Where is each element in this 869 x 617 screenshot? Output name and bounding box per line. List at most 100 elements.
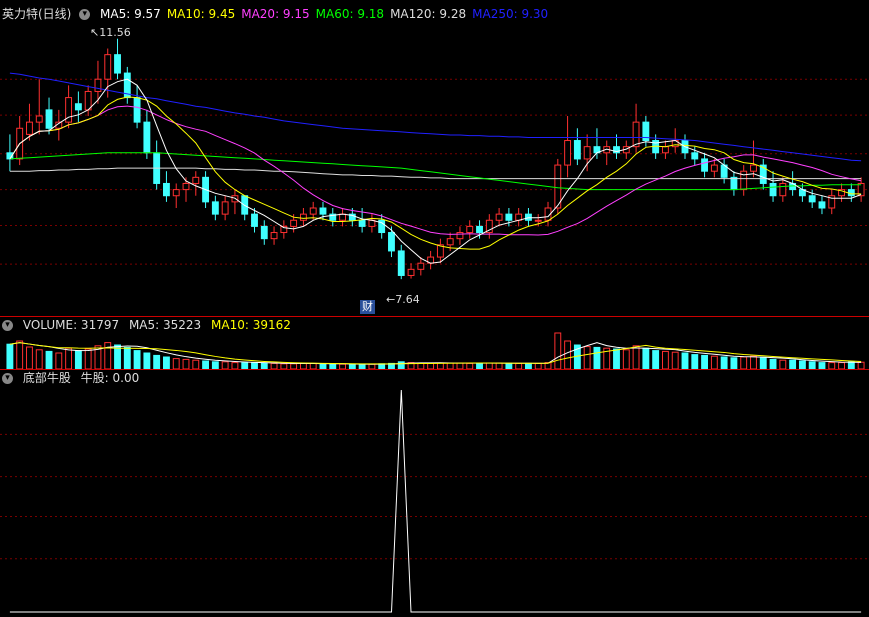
high-arrow-icon: ↖	[90, 26, 100, 39]
volume-bar	[652, 350, 660, 369]
candle-body	[143, 121, 151, 154]
candle-body	[319, 207, 327, 215]
volume-ma5: MA5: 35223	[128, 318, 202, 332]
low-arrow-icon: ←	[386, 293, 396, 306]
indicator-line	[9, 389, 862, 613]
volume-bar	[798, 360, 806, 369]
candle-body	[299, 213, 307, 221]
candle-body	[525, 213, 532, 221]
volume-bar	[45, 350, 53, 369]
volume-bar	[211, 361, 219, 369]
candle-body	[534, 219, 542, 222]
candle-body	[779, 182, 787, 197]
volume-bar	[26, 346, 33, 369]
low-price-label: 7.64	[395, 293, 420, 306]
volume-bar	[750, 355, 757, 369]
volume-bar	[740, 356, 748, 369]
volume-bar	[397, 361, 405, 369]
ma-legend-ma250: MA250: 9.30	[472, 7, 549, 21]
candle-body	[114, 54, 121, 74]
candle-body	[104, 54, 112, 80]
volume-bar	[202, 360, 210, 369]
candle-body	[221, 201, 229, 215]
ma-legend-ma60: MA60: 9.18	[315, 7, 385, 21]
ma-legend-ma120: MA120: 9.28	[390, 7, 467, 21]
volume-bar	[104, 342, 112, 369]
candle-body	[339, 213, 346, 221]
volume-bar	[133, 350, 141, 369]
volume-bar	[730, 357, 738, 369]
volume-bar	[701, 354, 708, 369]
volume-bar	[593, 346, 601, 369]
candle-body	[270, 232, 278, 240]
volume-bar	[710, 355, 718, 369]
volume-bar	[691, 354, 699, 369]
volume-bar	[172, 358, 180, 369]
volume-bar	[153, 354, 161, 369]
ma-legend-ma20: MA20: 9.15	[241, 7, 310, 21]
volume-bar	[857, 361, 865, 369]
collapse-icon[interactable]: ▾	[2, 320, 13, 331]
volume-bar	[74, 350, 82, 369]
indicator-chart[interactable]	[0, 370, 869, 617]
collapse-icon[interactable]: ▾	[79, 9, 91, 20]
volume-legend: ▾ VOLUME: 31797 MA5: 35223 MA10: 39162	[2, 317, 297, 333]
candle-body	[35, 115, 43, 123]
candle-body	[309, 207, 317, 215]
candle-body	[710, 164, 718, 172]
indicator-title: 底部牛股	[22, 371, 71, 385]
volume-ma10: MA10: 39162	[211, 318, 291, 332]
candle-body	[211, 201, 219, 215]
candle-body	[691, 152, 699, 160]
candle-body	[818, 201, 826, 209]
volume-bar	[123, 346, 131, 369]
candle-body	[847, 189, 855, 197]
volume-bar	[182, 358, 190, 369]
volume-bar	[564, 340, 572, 369]
volume-bar	[583, 346, 591, 369]
candle-body	[397, 250, 405, 276]
candle-body	[192, 176, 200, 184]
candle-body	[26, 121, 33, 135]
volume-panel[interactable]: ▾ VOLUME: 31797 MA5: 35223 MA10: 39162	[0, 317, 869, 369]
volume-bar	[65, 347, 73, 369]
candle-body	[251, 213, 258, 227]
candle-body	[182, 182, 190, 191]
volume-bar	[808, 361, 816, 369]
candle-body	[730, 176, 738, 191]
volume-bar	[671, 351, 679, 369]
volume-bar	[143, 352, 151, 369]
candle-body	[358, 219, 366, 227]
candle-body	[466, 225, 474, 234]
candle-body	[701, 158, 708, 172]
volume-bar	[554, 332, 562, 369]
indicator-panel[interactable]: ▾ 底部牛股 牛股: 0.00	[0, 370, 869, 617]
volume-bar	[84, 348, 92, 369]
volume-bar	[613, 348, 620, 369]
high-price-label: 11.56	[99, 26, 131, 39]
volume-bar	[779, 359, 787, 369]
collapse-icon[interactable]: ▾	[2, 373, 13, 384]
volume-bar	[759, 357, 767, 369]
candle-body	[456, 232, 464, 240]
volume-value: VOLUME: 31797	[22, 318, 120, 332]
low-price-annotation: ←7.64	[386, 293, 420, 306]
indicator-legend: ▾ 底部牛股 牛股: 0.00	[2, 370, 145, 386]
candle-body	[45, 109, 53, 129]
candle-body	[94, 78, 102, 92]
candle-body	[163, 182, 170, 197]
volume-bar	[16, 340, 24, 369]
candle-body	[808, 195, 816, 203]
volume-bar	[632, 345, 640, 369]
price-panel[interactable]: 英力特(日线) ▾ MA5: 9.57 MA10: 9.45 MA20: 9.15 M…	[0, 0, 869, 316]
volume-bar	[642, 347, 650, 369]
finance-event-badge[interactable]: 财	[360, 300, 375, 314]
candle-body	[133, 97, 141, 123]
candle-body	[172, 189, 180, 197]
volume-bar	[55, 352, 63, 369]
candle-body	[769, 182, 777, 197]
price-chart[interactable]	[0, 0, 869, 316]
volume-bar	[681, 352, 689, 369]
volume-bar	[221, 361, 229, 369]
chart-title: 英力特(日线)	[2, 7, 72, 21]
